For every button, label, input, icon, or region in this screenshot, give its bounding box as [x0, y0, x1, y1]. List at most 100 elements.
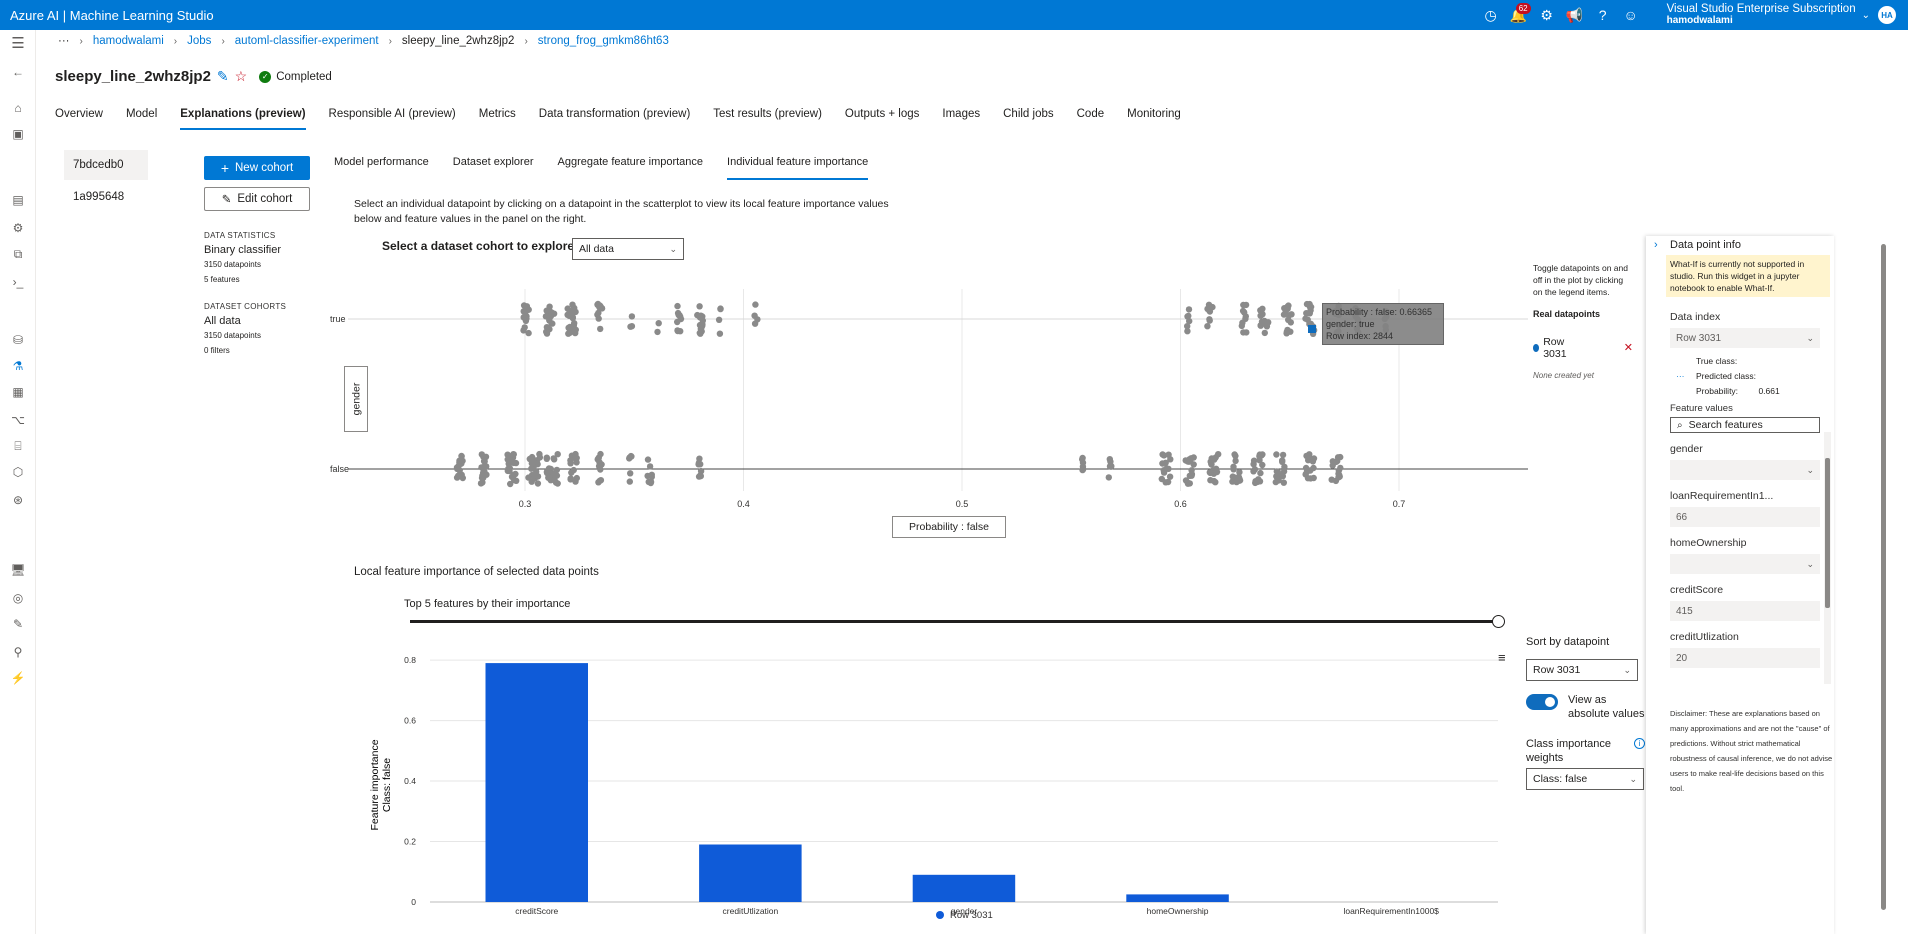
designer-icon[interactable]: ⧉: [8, 244, 28, 264]
slider-handle[interactable]: [1492, 615, 1505, 628]
feature-value-field[interactable]: 415: [1670, 601, 1820, 621]
scatter-point[interactable]: [1302, 315, 1309, 322]
scatter-point[interactable]: [1283, 330, 1290, 337]
scatter-point[interactable]: [525, 306, 532, 313]
feature-value-field[interactable]: 66: [1670, 507, 1820, 527]
scatter-point[interactable]: [1273, 451, 1280, 458]
scatter-point[interactable]: [546, 326, 553, 333]
scatter-point[interactable]: [697, 472, 704, 480]
scatter-point[interactable]: [510, 451, 517, 458]
data-labeling-icon[interactable]: ✎: [8, 614, 28, 634]
scatter-point[interactable]: [1259, 461, 1266, 469]
class-dropdown[interactable]: Class: false ⌄: [1526, 768, 1644, 790]
tab-child-jobs[interactable]: Child jobs: [1003, 108, 1054, 130]
bar[interactable]: [485, 663, 589, 902]
scatter-point[interactable]: [595, 462, 603, 470]
scatter-point[interactable]: [644, 456, 652, 463]
scatter-point[interactable]: [1159, 460, 1166, 467]
scatter-point[interactable]: [596, 304, 603, 311]
feature-value-field[interactable]: 20: [1670, 648, 1820, 668]
scatter-point[interactable]: [481, 462, 488, 470]
tab-dataset-explorer[interactable]: Dataset explorer: [453, 156, 534, 180]
bell-icon[interactable]: 🔔 62: [1505, 0, 1533, 30]
scatter-point[interactable]: [1279, 457, 1286, 464]
scatter-point[interactable]: [1212, 454, 1219, 461]
scatter-point[interactable]: [478, 451, 485, 458]
scatter-point[interactable]: [520, 314, 527, 321]
tab-model[interactable]: Model: [126, 108, 157, 130]
close-icon[interactable]: ✕: [1624, 342, 1633, 354]
scatter-point[interactable]: [628, 323, 636, 330]
scatter-point[interactable]: [1206, 307, 1213, 314]
scatter-point[interactable]: [1207, 458, 1214, 465]
scatter-point[interactable]: [1106, 456, 1113, 463]
scatter-point[interactable]: [528, 465, 535, 472]
scatter-point[interactable]: [694, 311, 701, 319]
scatter-point[interactable]: [1279, 473, 1287, 480]
scatter-point[interactable]: [751, 320, 759, 327]
avatar[interactable]: HA: [1878, 6, 1896, 24]
scatter-point[interactable]: [536, 454, 544, 461]
scatter-point[interactable]: [677, 315, 685, 323]
scatter-point[interactable]: [1288, 311, 1295, 318]
panel-header[interactable]: › Data point info: [1646, 236, 1834, 251]
scatter-point[interactable]: [568, 469, 575, 476]
scatter-point[interactable]: [644, 472, 651, 480]
scatter-point[interactable]: [1185, 306, 1193, 313]
scatter-point[interactable]: [674, 327, 681, 335]
scatter-point[interactable]: [1230, 466, 1237, 473]
scatter-point[interactable]: [752, 301, 759, 308]
megaphone-icon[interactable]: 📢: [1561, 0, 1589, 30]
help-icon[interactable]: ?: [1589, 0, 1617, 30]
scatter-point[interactable]: [1184, 328, 1191, 335]
scatter-point[interactable]: [1334, 454, 1342, 461]
x-axis-selector[interactable]: Probability : false: [892, 516, 1006, 538]
scatter-point[interactable]: [513, 477, 520, 484]
selected-point[interactable]: [1308, 325, 1316, 333]
explanation-item[interactable]: 7bdcedb0: [64, 150, 148, 180]
tab-data-transformation[interactable]: Data transformation (preview): [539, 108, 690, 130]
scatter-point[interactable]: [1280, 479, 1288, 486]
scatter-point[interactable]: [1255, 476, 1262, 483]
breadcrumb-jobs[interactable]: Jobs: [187, 35, 211, 47]
scatter-point[interactable]: [1304, 475, 1312, 482]
scatter-point[interactable]: [479, 479, 486, 486]
clock-icon[interactable]: ◷: [1477, 0, 1505, 30]
feature-scrollbar[interactable]: [1824, 432, 1831, 684]
scatter-point[interactable]: [1160, 467, 1167, 474]
scatter-point[interactable]: [751, 312, 758, 319]
scatter-point[interactable]: [627, 470, 634, 477]
scatter-point[interactable]: [1335, 474, 1342, 481]
scatter-point[interactable]: [716, 330, 724, 337]
scatter-point[interactable]: [715, 316, 723, 323]
scatter-point[interactable]: [525, 329, 532, 337]
scatter-point[interactable]: [655, 320, 662, 327]
home-icon[interactable]: ⌂: [8, 98, 28, 118]
bar[interactable]: [699, 844, 802, 903]
scatter-point[interactable]: [1158, 475, 1165, 483]
scatter-point[interactable]: [1257, 312, 1264, 319]
scatter-point[interactable]: [1310, 455, 1318, 462]
tab-code[interactable]: Code: [1077, 108, 1105, 130]
scatter-point[interactable]: [1257, 469, 1264, 477]
scatter-point[interactable]: [1212, 479, 1219, 486]
scatter-point[interactable]: [528, 453, 536, 461]
environments-icon[interactable]: ⌸: [8, 436, 28, 456]
scatter-point[interactable]: [459, 474, 466, 482]
catalog-icon[interactable]: ▣: [8, 124, 28, 144]
bar[interactable]: [912, 874, 1016, 902]
tab-overview[interactable]: Overview: [55, 108, 103, 130]
scatter-point[interactable]: [1079, 466, 1086, 474]
tab-images[interactable]: Images: [942, 108, 980, 130]
tab-outputs-logs[interactable]: Outputs + logs: [845, 108, 919, 130]
breadcrumb-parent-job[interactable]: sleepy_line_2whz8jp2: [402, 35, 515, 47]
breadcrumb-experiment[interactable]: automl-classifier-experiment: [235, 35, 379, 47]
scatter-point[interactable]: [1212, 465, 1220, 472]
automl-icon[interactable]: ⚙: [8, 218, 28, 238]
scatter-point[interactable]: [1328, 476, 1335, 483]
breadcrumb-child-job[interactable]: strong_frog_gmkm86ht63: [538, 35, 669, 47]
scatter-point[interactable]: [573, 474, 580, 482]
edit-cohort-button[interactable]: ✎ Edit cohort: [204, 187, 310, 211]
edit-icon[interactable]: ✎: [217, 68, 229, 85]
scatter-point[interactable]: [699, 322, 706, 329]
